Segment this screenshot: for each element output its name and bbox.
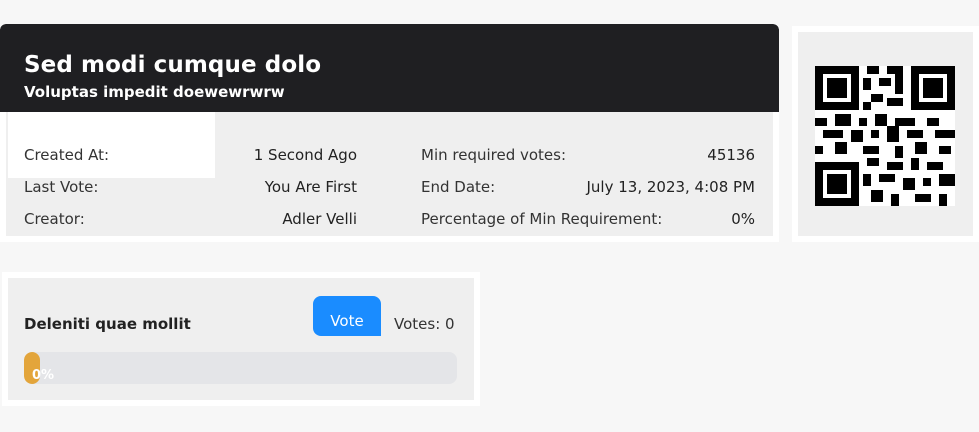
detail-row-last-vote: Last Vote: You Are First End Date: July … [24,178,755,200]
last-vote-label: Last Vote: [24,178,99,196]
percentage-min-requirement-value: 0% [731,210,755,228]
end-date-label: End Date: [421,178,496,196]
creator-label: Creator: [24,210,85,228]
min-required-votes-value: 45136 [707,146,755,164]
option-label: Deleniti quae mollit [24,315,191,333]
end-date-value: July 13, 2023, 4:08 PM [586,178,755,196]
vote-progress-bar: 0% [24,352,457,384]
vote-progress-text: 0% [32,368,55,383]
vote-button[interactable]: Vote [313,296,381,336]
details-highlight [8,112,215,178]
min-required-votes-label: Min required votes: [421,146,567,164]
last-vote-value: You Are First [264,178,357,196]
detail-row-created: Created At: 1 Second Ago Min required vo… [24,146,755,168]
poll-subtitle: Voluptas impedit doewewrwrw [24,83,285,101]
vote-option-card [2,272,480,406]
poll-header: Sed modi cumque dolo Voluptas impedit do… [0,24,779,112]
qr-code-icon [815,66,955,206]
created-at-label: Created At: [24,146,110,164]
created-at-value: 1 Second Ago [253,146,357,164]
poll-title: Sed modi cumque dolo [24,52,322,78]
creator-value: Adler Velli [282,210,357,228]
poll-card: Sed modi cumque dolo Voluptas impedit do… [0,24,779,242]
qr-code-graphic [815,66,955,206]
votes-count: Votes: 0 [394,315,455,333]
detail-row-creator: Creator: Adler Velli Percentage of Min R… [24,210,755,232]
percentage-min-requirement-label: Percentage of Min Requirement: [421,210,663,228]
